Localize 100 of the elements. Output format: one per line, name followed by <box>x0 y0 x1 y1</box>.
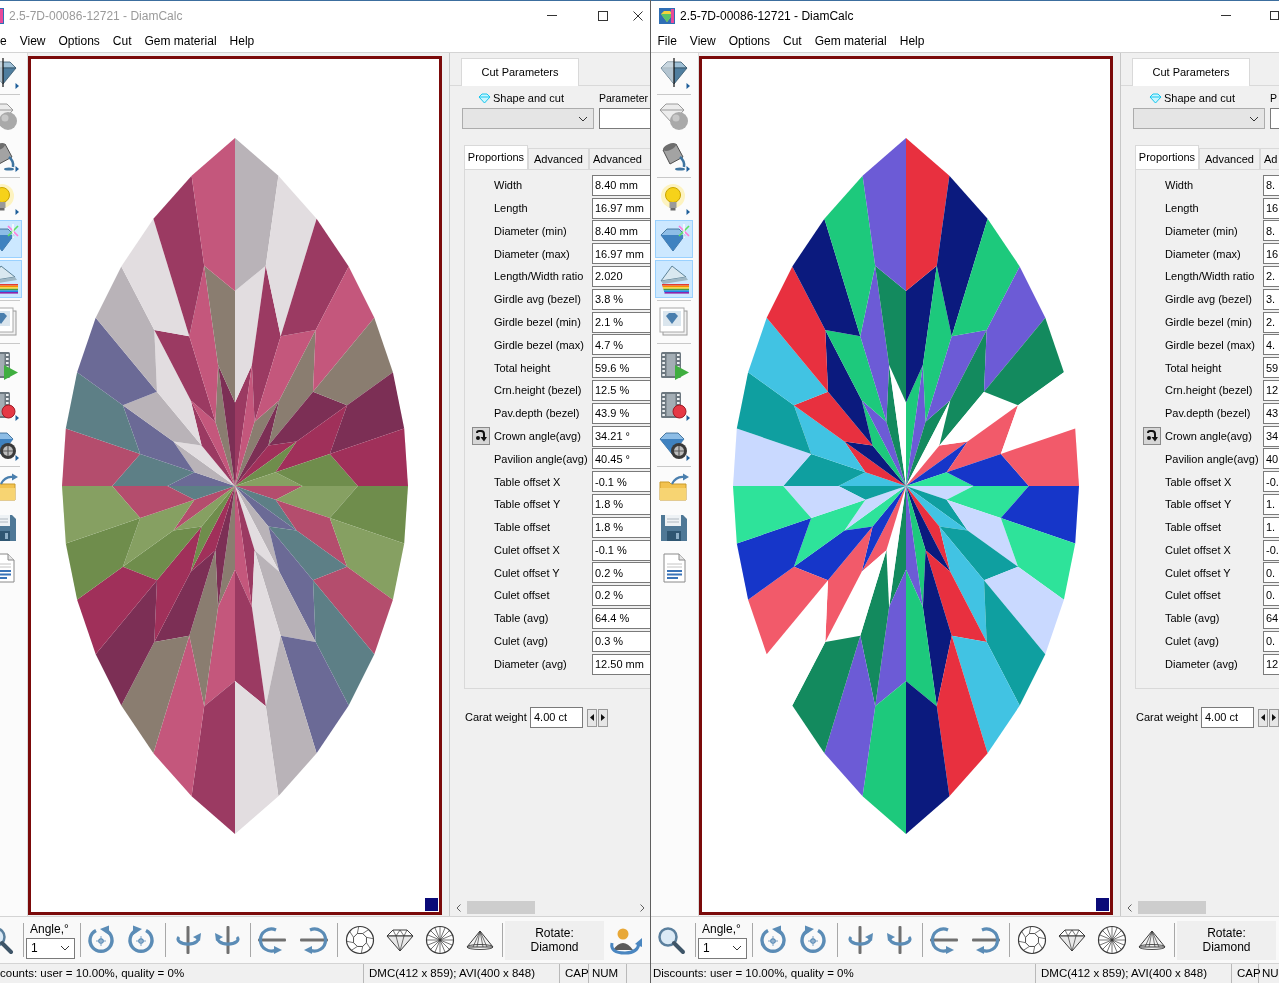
increase-button[interactable] <box>598 708 608 727</box>
angle-dropdown[interactable]: 1 <box>26 937 75 959</box>
rotate-button[interactable] <box>929 925 959 955</box>
parameter-field[interactable]: -0.1 % <box>592 539 650 561</box>
parameter-field[interactable]: 1.8 % <box>592 516 650 538</box>
parameter-field[interactable]: -0. <box>1263 539 1279 561</box>
parameter-field[interactable]: 0.3 % <box>592 630 650 652</box>
menu-item[interactable]: e <box>0 32 14 50</box>
scrollbar-thumb[interactable] <box>467 901 535 914</box>
parameter-field[interactable]: 16 <box>1263 197 1279 219</box>
menu-item[interactable]: File <box>651 32 684 50</box>
parameter-field[interactable]: 2.1 % <box>592 311 650 333</box>
parameter-field[interactable]: 16 <box>1263 243 1279 265</box>
parameter-field[interactable]: -0. <box>1263 471 1279 493</box>
parameter-field[interactable]: 64 <box>1263 608 1279 630</box>
menu-item[interactable]: Gem material <box>808 32 894 50</box>
parameters-field[interactable] <box>1270 108 1279 129</box>
menu-item[interactable]: Cut <box>776 32 809 50</box>
parameter-field[interactable]: 16.97 mm <box>592 243 650 265</box>
parameter-field[interactable]: 40 <box>1263 448 1279 470</box>
scrollbar-thumb[interactable] <box>1138 901 1206 914</box>
rotate-button[interactable] <box>173 925 203 955</box>
parameter-field[interactable]: 64.4 % <box>592 608 650 630</box>
parameter-field[interactable]: 2.020 <box>592 266 650 288</box>
angle-dropdown[interactable]: 1 <box>698 937 747 959</box>
parameter-field[interactable]: 2. <box>1263 266 1279 288</box>
rotate-mode-button[interactable]: Rotate: Diamond <box>1177 920 1276 960</box>
sub-tab[interactable]: Advanced <box>1199 148 1260 169</box>
parameter-field[interactable]: 0. <box>1263 630 1279 652</box>
parameter-field[interactable]: 12 <box>1263 653 1279 675</box>
parameter-field[interactable]: 12.5 % <box>592 380 650 402</box>
menu-item[interactable]: Help <box>223 32 261 50</box>
parameter-field[interactable]: 0.2 % <box>592 562 650 584</box>
carat-weight-field[interactable]: 4.00 ct <box>530 707 583 728</box>
parameter-field[interactable]: 0.2 % <box>592 585 650 607</box>
rotate-button[interactable] <box>758 925 788 955</box>
parameter-field[interactable]: 59.6 % <box>592 357 650 379</box>
parameter-field[interactable]: 43 <box>1263 402 1279 424</box>
rotate-button[interactable] <box>798 925 828 955</box>
menu-item[interactable]: Options <box>52 32 107 50</box>
menu-item[interactable]: Cut <box>106 32 139 50</box>
parameter-label: Diameter (max) <box>1165 246 1242 262</box>
rotate-button[interactable] <box>213 925 243 955</box>
menu-item[interactable]: Help <box>893 32 931 50</box>
view-button[interactable] <box>425 925 455 955</box>
toolbar-button[interactable] <box>0 260 22 298</box>
parameter-field[interactable]: 2. <box>1263 311 1279 333</box>
parameter-field[interactable]: 12.50 mm <box>592 653 650 675</box>
parameter-field[interactable]: 1. <box>1263 516 1279 538</box>
decrease-button[interactable] <box>1258 708 1268 727</box>
rotate-button[interactable] <box>971 925 1001 955</box>
sub-tab[interactable]: Advanced <box>589 148 650 169</box>
view-button[interactable] <box>345 925 375 955</box>
parameter-field[interactable]: 8.40 mm <box>592 220 650 242</box>
rotate-button[interactable] <box>845 925 875 955</box>
parameter-field[interactable]: 8. <box>1263 220 1279 242</box>
parameter-field[interactable]: 59 <box>1263 357 1279 379</box>
parameter-field[interactable]: 34.21 ° <box>592 425 650 447</box>
carat-weight-field[interactable]: 4.00 ct <box>1201 707 1254 728</box>
parameter-field[interactable]: 1.8 % <box>592 494 650 516</box>
parameter-field[interactable]: 16.97 mm <box>592 197 650 219</box>
rotate-button[interactable] <box>126 925 156 955</box>
parameter-field[interactable]: 4. <box>1263 334 1279 356</box>
sub-tab[interactable]: Proportions <box>464 145 528 169</box>
view-button[interactable] <box>1097 925 1127 955</box>
parameter-field[interactable]: 0. <box>1263 562 1279 584</box>
parameter-field[interactable]: 12 <box>1263 380 1279 402</box>
parameter-field[interactable]: 3. <box>1263 288 1279 310</box>
menu-item[interactable]: Gem material <box>138 32 224 50</box>
parameter-field[interactable]: -0.1 % <box>592 471 650 493</box>
panel-tab[interactable]: Cut Parameters <box>1132 58 1250 86</box>
parameter-field[interactable]: 43.9 % <box>592 402 650 424</box>
rotate-button[interactable] <box>257 925 287 955</box>
menu-item[interactable]: View <box>683 32 723 50</box>
parameter-field[interactable]: 4.7 % <box>592 334 650 356</box>
parameter-field[interactable]: 0. <box>1263 585 1279 607</box>
parameter-field[interactable]: 34 <box>1263 425 1279 447</box>
view-button[interactable] <box>1017 925 1047 955</box>
rotate-button[interactable] <box>86 925 116 955</box>
parameter-field[interactable]: 1. <box>1263 494 1279 516</box>
rotate-button[interactable] <box>299 925 329 955</box>
menu-item[interactable]: Options <box>722 32 777 50</box>
parameter-field[interactable]: 8. <box>1263 174 1279 196</box>
parameters-field[interactable] <box>599 108 650 129</box>
lock-toggle-button[interactable] <box>472 427 490 446</box>
parameter-field[interactable]: 3.8 % <box>592 288 650 310</box>
zoom-button[interactable] <box>656 925 686 955</box>
lock-toggle-button[interactable] <box>1143 427 1161 446</box>
rotate-button[interactable] <box>885 925 915 955</box>
sub-tab[interactable]: Ad <box>1260 148 1279 169</box>
parameter-field[interactable]: 8.40 mm <box>592 174 650 196</box>
increase-button[interactable] <box>1269 708 1279 727</box>
rotate-mode-button[interactable]: Rotate: Diamond <box>505 920 604 960</box>
zoom-button[interactable] <box>0 925 14 955</box>
menu-item[interactable]: View <box>13 32 52 50</box>
sub-tab[interactable]: Advanced <box>528 148 589 169</box>
panel-tab[interactable]: Cut Parameters <box>461 58 579 86</box>
sub-tab[interactable]: Proportions <box>1135 145 1199 169</box>
decrease-button[interactable] <box>587 708 597 727</box>
parameter-field[interactable]: 40.45 ° <box>592 448 650 470</box>
